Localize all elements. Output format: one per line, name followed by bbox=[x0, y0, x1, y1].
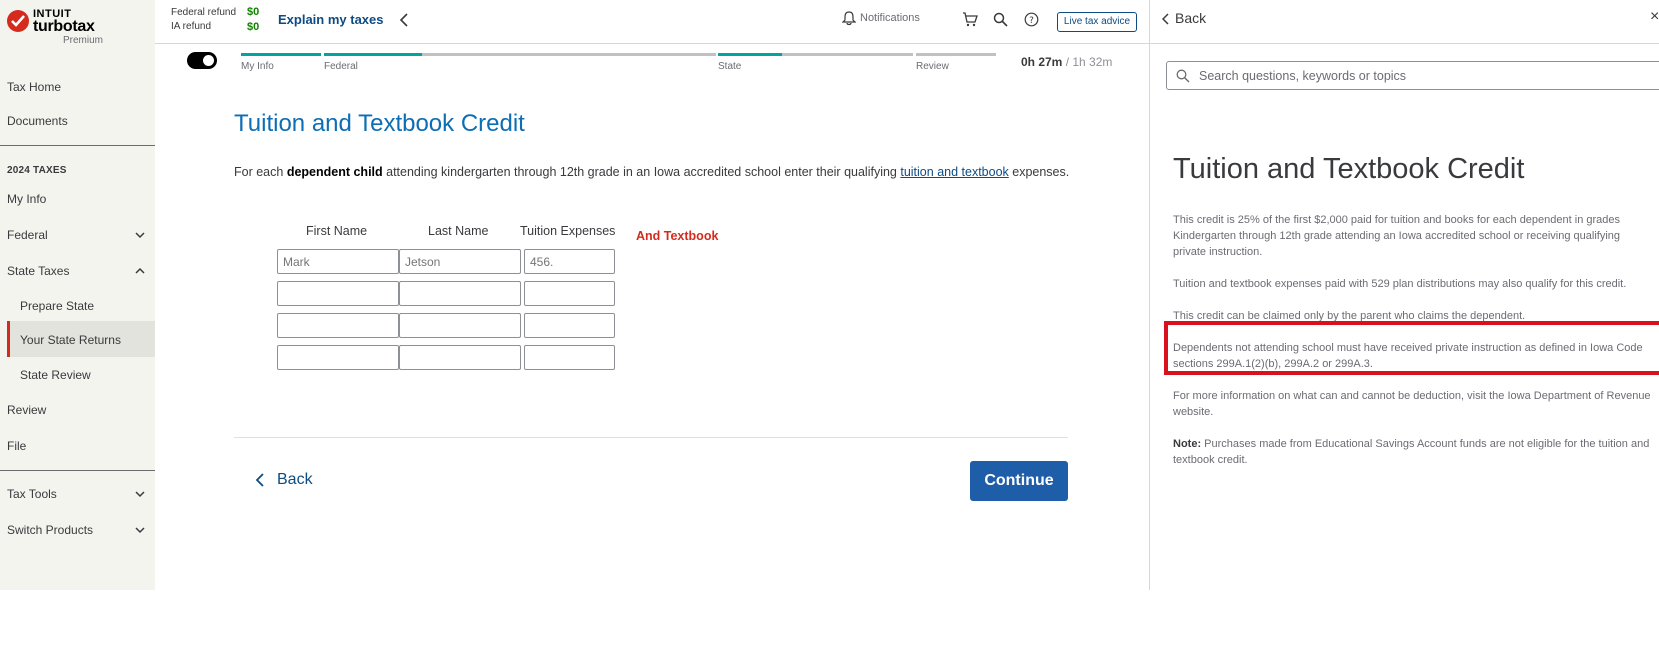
help-search-input[interactable] bbox=[1199, 67, 1639, 85]
last-name-input[interactable] bbox=[399, 281, 521, 306]
tuition-textbook-link[interactable]: tuition and textbook bbox=[900, 165, 1008, 179]
close-icon[interactable]: × bbox=[1650, 8, 1659, 26]
chevron-up-icon[interactable] bbox=[134, 265, 146, 277]
chevron-down-icon[interactable] bbox=[134, 524, 146, 536]
column-header-first-name: First Name bbox=[306, 224, 368, 238]
federal-refund-label: Federal refund bbox=[171, 7, 237, 18]
sidebar-item-documents[interactable]: Documents bbox=[7, 114, 68, 128]
notifications-label: Notifications bbox=[860, 12, 920, 24]
panel-divider bbox=[1150, 43, 1659, 44]
chevron-left-icon bbox=[255, 473, 264, 487]
progress-segment-review bbox=[916, 53, 996, 56]
progress-segment-state-rest bbox=[782, 53, 913, 56]
first-name-input[interactable] bbox=[277, 313, 399, 338]
time-estimate: 0h 27m / 1h 32m bbox=[1021, 55, 1112, 69]
search-icon[interactable] bbox=[993, 12, 1008, 27]
sidebar-item-prepare-state[interactable]: Prepare State bbox=[20, 299, 94, 313]
help-icon[interactable]: ? bbox=[1024, 12, 1039, 27]
sidebar-section-title: 2024 TAXES bbox=[7, 165, 67, 176]
last-name-input[interactable] bbox=[399, 249, 521, 274]
step-label-federal[interactable]: Federal bbox=[324, 61, 358, 72]
time-total: / 1h 32m bbox=[1062, 55, 1113, 69]
step-label-my-info[interactable]: My Info bbox=[241, 61, 274, 72]
intro-text: For each dependent child attending kinde… bbox=[234, 162, 1074, 182]
panel-back-label: Back bbox=[1175, 10, 1207, 26]
first-name-input[interactable] bbox=[277, 249, 399, 274]
progress-segment-federal-rest bbox=[422, 53, 716, 56]
tuition-expenses-input[interactable] bbox=[524, 345, 615, 370]
sidebar-item-file[interactable]: File bbox=[7, 439, 26, 453]
last-name-input[interactable] bbox=[399, 345, 521, 370]
tuition-expenses-input[interactable] bbox=[524, 281, 615, 306]
column-header-tuition-expenses: Tuition Expenses bbox=[520, 224, 616, 238]
panel-note: Note: Purchases made from Educational Sa… bbox=[1173, 436, 1653, 468]
sidebar-item-federal[interactable]: Federal bbox=[7, 228, 48, 242]
search-icon bbox=[1176, 69, 1190, 83]
live-tax-advice-button[interactable]: Live tax advice bbox=[1057, 12, 1137, 32]
time-elapsed: 0h 27m bbox=[1021, 55, 1063, 69]
tuition-expenses-input[interactable] bbox=[524, 313, 615, 338]
progress-segment-federal bbox=[324, 53, 422, 56]
logo-product-text: turbotax bbox=[33, 18, 95, 35]
back-button[interactable]: Back bbox=[255, 471, 313, 489]
sidebar-divider bbox=[0, 145, 155, 146]
intro-bold: dependent child bbox=[286, 165, 383, 179]
federal-refund-value: $0 bbox=[247, 6, 260, 18]
panel-paragraph-1: This credit is 25% of the first $2,000 p… bbox=[1173, 214, 1621, 258]
chevron-down-icon[interactable] bbox=[134, 229, 146, 241]
step-label-review[interactable]: Review bbox=[916, 61, 949, 72]
help-panel: Back × Tuition and Textbook Credit This … bbox=[1149, 0, 1659, 590]
last-name-input[interactable] bbox=[399, 313, 521, 338]
sidebar-item-switch-products[interactable]: Switch Products bbox=[7, 523, 93, 537]
first-name-input[interactable] bbox=[277, 345, 399, 370]
explain-my-taxes-link[interactable]: Explain my taxes bbox=[278, 12, 384, 27]
annotation-and-textbook: And Textbook bbox=[636, 229, 719, 243]
notifications-button[interactable]: Notifications bbox=[842, 11, 920, 26]
ia-refund-label: IA refund bbox=[171, 21, 212, 32]
panel-note-text: Purchases made from Educational Savings … bbox=[1173, 438, 1650, 466]
sidebar-item-your-state-returns[interactable]: Your State Returns bbox=[20, 333, 121, 347]
checkmark-logo-icon bbox=[7, 10, 29, 32]
panel-back-button[interactable]: Back bbox=[1162, 10, 1206, 26]
highlight-box bbox=[1164, 321, 1659, 375]
top-bar: Federal refund $0 IA refund $0 Explain m… bbox=[155, 0, 1149, 44]
turbotax-logo[interactable]: INTUIT turbotax Premium bbox=[7, 8, 147, 48]
sidebar-item-state-taxes[interactable]: State Taxes bbox=[7, 264, 69, 278]
progress-segment-my-info bbox=[241, 53, 321, 56]
content-divider bbox=[234, 437, 1068, 438]
svg-text:?: ? bbox=[1029, 16, 1034, 26]
chevron-down-icon[interactable] bbox=[134, 488, 146, 500]
page-title: Tuition and Textbook Credit bbox=[234, 110, 525, 137]
tuition-expenses-input[interactable] bbox=[524, 249, 615, 274]
progress-segment-state bbox=[718, 53, 782, 56]
step-label-state[interactable]: State bbox=[718, 61, 741, 72]
chevron-left-icon bbox=[1162, 13, 1169, 25]
intro-prefix: For each bbox=[234, 165, 287, 179]
first-name-input[interactable] bbox=[277, 281, 399, 306]
panel-title: Tuition and Textbook Credit bbox=[1173, 153, 1525, 185]
sidebar: INTUIT turbotax Premium Tax Home Documen… bbox=[0, 0, 155, 590]
panel-note-label: Note: bbox=[1173, 438, 1202, 450]
continue-button[interactable]: Continue bbox=[970, 461, 1068, 501]
logo-edition-text: Premium bbox=[63, 35, 104, 46]
intro-mid: attending kindergarten through 12th grad… bbox=[382, 165, 901, 179]
bell-icon bbox=[842, 11, 856, 26]
panel-paragraph-5: For more information on what can and can… bbox=[1173, 390, 1651, 418]
panel-paragraph-2: Tuition and textbook expenses paid with … bbox=[1173, 278, 1627, 290]
cart-icon[interactable] bbox=[962, 12, 978, 27]
intro-suffix: expenses. bbox=[1008, 165, 1070, 179]
back-button-label: Back bbox=[277, 471, 313, 488]
column-header-last-name: Last Name bbox=[428, 224, 489, 238]
sidebar-item-review[interactable]: Review bbox=[7, 403, 46, 417]
sidebar-item-my-info[interactable]: My Info bbox=[7, 192, 46, 206]
view-toggle[interactable] bbox=[187, 52, 217, 69]
sidebar-item-tax-tools[interactable]: Tax Tools bbox=[7, 487, 57, 501]
chevron-left-icon[interactable] bbox=[399, 13, 409, 27]
sidebar-item-state-review[interactable]: State Review bbox=[20, 368, 91, 382]
app: INTUIT turbotax Premium Tax Home Documen… bbox=[0, 0, 1659, 590]
ia-refund-value: $0 bbox=[247, 21, 260, 33]
sidebar-divider bbox=[0, 470, 155, 471]
sidebar-item-tax-home[interactable]: Tax Home bbox=[7, 80, 61, 94]
panel-search-box[interactable] bbox=[1166, 61, 1659, 90]
